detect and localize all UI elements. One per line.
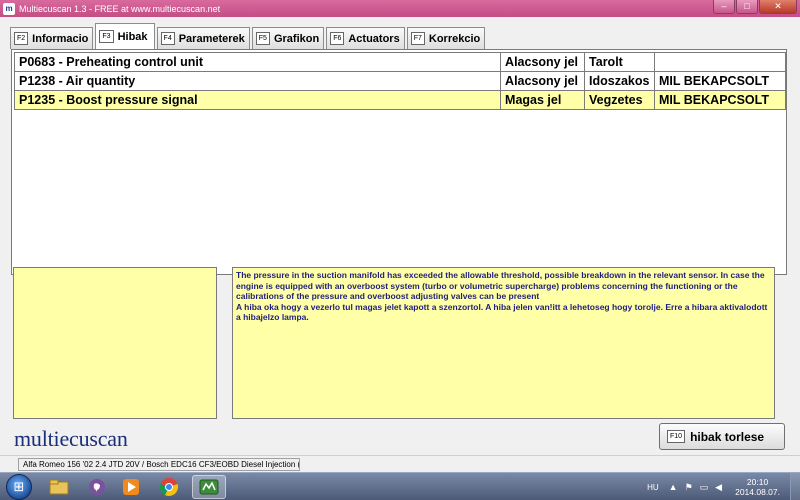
fkey-badge: F4 (160, 32, 175, 45)
tab-bar: F2 Informacio F3 Hibak F4 Parameterek F5… (10, 23, 487, 49)
table-row-selected[interactable]: P1235 - Boost pressure signal Magas jel … (13, 90, 786, 110)
description-english: The pressure in the suction manifold has… (236, 270, 765, 301)
vehicle-status: Alfa Romeo 156 '02 2.4 JTD 20V / Bosch E… (18, 458, 300, 471)
fault-code: P0683 - Preheating control unit (13, 52, 502, 72)
language-indicator[interactable]: HU (647, 483, 659, 492)
fault-level: Alacsony jel (500, 71, 586, 91)
clear-faults-button[interactable]: F10 hibak torlese (659, 423, 785, 450)
fault-mil: MIL BEKAPCSOLT (654, 71, 786, 91)
start-button[interactable]: ⊞ (6, 474, 32, 500)
tab-actuators[interactable]: F6 Actuators (326, 27, 405, 49)
fault-code: P1238 - Air quantity (13, 71, 502, 91)
minimize-button[interactable]: – (713, 0, 735, 14)
fkey-badge: F3 (99, 30, 114, 43)
fault-code: P1235 - Boost pressure signal (13, 90, 502, 110)
tab-hibak[interactable]: F3 Hibak (95, 23, 155, 49)
window-controls: – □ ✕ (712, 0, 797, 14)
window-title: Multiecuscan 1.3 - FREE at www.multiecus… (19, 3, 221, 14)
show-desktop-button[interactable] (790, 473, 800, 500)
tab-korrekcio[interactable]: F7 Korrekcio (406, 27, 486, 49)
chrome-icon[interactable] (152, 475, 186, 499)
fault-mil (654, 52, 786, 72)
fkey-badge: F10 (667, 430, 686, 443)
tab-grafikon[interactable]: F5 Grafikon (251, 27, 325, 49)
fault-detail-panel (13, 267, 217, 419)
description-hungarian: A hiba oka hogy a vezerlo tul magas jele… (236, 301, 768, 323)
tray-monitor-icon[interactable]: ▭ (700, 482, 709, 493)
fault-level: Magas jel (500, 90, 586, 110)
tab-label: Korrekcio (428, 32, 481, 45)
main-window: F2 Informacio F3 Hibak F4 Parameterek F5… (0, 17, 800, 455)
fault-table: P0683 - Preheating control unit Alacsony… (13, 52, 786, 110)
fkey-badge: F7 (410, 32, 425, 45)
taskbar: ⊞ HU ▲ ⚑ ▭ ◀ 20:10 2014.08.07. (0, 472, 800, 500)
status-bar: Alfa Romeo 156 '02 2.4 JTD 20V / Bosch E… (0, 455, 800, 472)
title-bar: m Multiecuscan 1.3 - FREE at www.multiec… (0, 0, 800, 17)
windows-explorer-icon[interactable] (42, 475, 76, 499)
tab-label: Grafikon (273, 32, 320, 45)
tray-arrow-icon[interactable]: ▲ (669, 482, 678, 492)
viber-icon[interactable] (80, 475, 114, 499)
tab-label: Actuators (348, 32, 400, 45)
table-row[interactable]: P1238 - Air quantity Alacsony jel Idosza… (13, 71, 786, 91)
app-icon: m (3, 2, 15, 15)
clock-date: 2014.08.07. (735, 487, 780, 497)
multiecuscan-taskbar-icon[interactable] (192, 475, 226, 499)
fault-description: The pressure in the suction manifold has… (236, 270, 771, 323)
multiecuscan-logo: multiecuscan (14, 426, 128, 451)
maximize-button[interactable]: □ (736, 0, 758, 14)
fault-state: Vegzetes (584, 90, 656, 110)
tab-parameterek[interactable]: F4 Parameterek (156, 27, 250, 49)
clock-time: 20:10 (746, 477, 769, 487)
tab-label: Hibak (117, 30, 148, 43)
fault-description-panel: The pressure in the suction manifold has… (232, 267, 775, 419)
fault-state: Tarolt (584, 52, 656, 72)
clear-faults-label: hibak torlese (690, 429, 765, 444)
clock[interactable]: 20:10 2014.08.07. (735, 477, 780, 497)
media-player-icon[interactable] (114, 475, 148, 499)
fault-mil: MIL BEKAPCSOLT (654, 90, 786, 110)
fault-list[interactable]: P0683 - Preheating control unit Alacsony… (11, 49, 787, 275)
fkey-badge: F6 (330, 32, 345, 45)
fault-level: Alacsony jel (500, 52, 586, 72)
tray-volume-icon[interactable]: ◀ (715, 482, 722, 493)
fkey-badge: F5 (255, 32, 270, 45)
table-row[interactable]: P0683 - Preheating control unit Alacsony… (13, 52, 786, 72)
close-button[interactable]: ✕ (759, 0, 797, 14)
system-tray: HU ▲ ⚑ ▭ ◀ 20:10 2014.08.07. (647, 473, 800, 500)
tab-informacio[interactable]: F2 Informacio (10, 27, 94, 49)
fault-state: Idoszakos (584, 71, 656, 91)
tab-label: Informacio (32, 32, 89, 45)
fkey-badge: F2 (14, 32, 29, 45)
tab-label: Parameterek (178, 32, 245, 45)
tray-flag-icon[interactable]: ⚑ (685, 482, 693, 493)
